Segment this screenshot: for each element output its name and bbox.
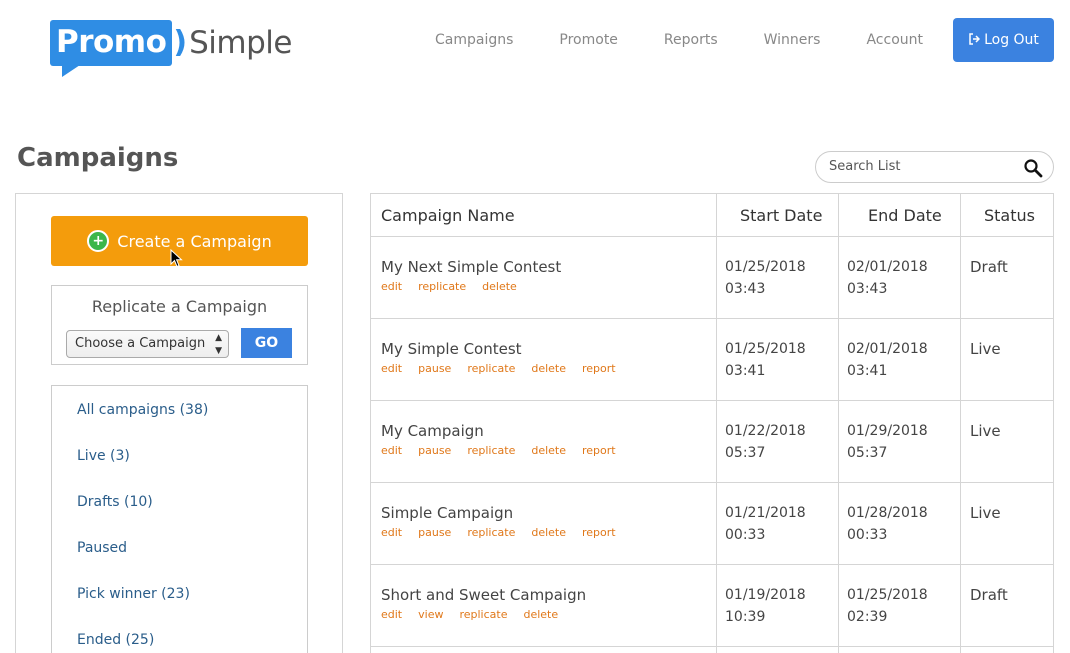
campaign-filter-list: All campaigns (38) Live (3) Drafts (10) … <box>51 385 308 653</box>
column-divider <box>716 194 717 653</box>
nav-campaigns[interactable]: Campaigns <box>435 32 513 48</box>
delete-link[interactable]: delete <box>523 608 558 621</box>
report-link[interactable]: report <box>582 526 616 539</box>
logout-label: Log Out <box>984 32 1039 48</box>
status-value: Draft <box>970 258 1008 276</box>
delete-link[interactable]: delete <box>531 526 566 539</box>
view-link[interactable]: view <box>418 608 443 621</box>
status-value: Live <box>970 340 1001 358</box>
search-box[interactable] <box>815 151 1054 183</box>
pause-link[interactable]: pause <box>418 444 451 457</box>
filter-all-campaigns[interactable]: All campaigns (38) <box>77 402 208 418</box>
end-date: 01/25/2018 02:39 <box>847 587 928 625</box>
delete-link[interactable]: delete <box>531 362 566 375</box>
report-link[interactable]: report <box>582 362 616 375</box>
nav-reports[interactable]: Reports <box>664 32 718 48</box>
replicate-link[interactable]: replicate <box>467 526 515 539</box>
create-campaign-label: Create a Campaign <box>117 231 272 251</box>
header-end-date[interactable]: End Date <box>868 194 942 237</box>
nav-promote[interactable]: Promote <box>559 32 618 48</box>
logo-simple-text: Simple <box>189 25 292 61</box>
edit-link[interactable]: edit <box>381 362 402 375</box>
header-divider <box>371 236 1053 237</box>
logo-promo-text: Promo <box>50 20 173 77</box>
campaign-name[interactable]: My Simple Contest <box>381 340 522 358</box>
end-date: 02/01/2018 03:43 <box>847 259 928 297</box>
top-nav: Campaigns Promote Reports Winners Accoun… <box>435 18 1054 62</box>
start-date: 01/22/2018 05:37 <box>725 423 806 461</box>
header-campaign-name[interactable]: Campaign Name <box>381 194 515 237</box>
status-value: Live <box>970 504 1001 522</box>
header-start-date[interactable]: Start Date <box>740 194 822 237</box>
status-value: Live <box>970 422 1001 440</box>
delete-link[interactable]: delete <box>482 280 517 293</box>
go-button[interactable]: GO <box>241 328 292 358</box>
edit-link[interactable]: edit <box>381 608 402 621</box>
status-value: Draft <box>970 586 1008 604</box>
end-date: 01/29/2018 05:37 <box>847 423 928 461</box>
start-date: 01/25/2018 03:41 <box>725 341 806 379</box>
left-panel: + Create a Campaign Replicate a Campaign… <box>15 193 343 653</box>
plus-icon: + <box>87 230 110 252</box>
replicate-campaign-box: Replicate a Campaign Choose a Campaign ▲… <box>51 285 308 365</box>
replicate-link[interactable]: replicate <box>467 362 515 375</box>
logout-icon <box>968 32 981 48</box>
pause-link[interactable]: pause <box>418 526 451 539</box>
logo-wave-icon: ) <box>173 25 188 60</box>
nav-account[interactable]: Account <box>866 32 923 48</box>
campaign-name[interactable]: My Next Simple Contest <box>381 258 561 276</box>
row-divider <box>371 400 1053 401</box>
choose-campaign-value: Choose a Campaign <box>75 336 206 351</box>
select-arrows-icon: ▲ ▼ <box>215 333 222 356</box>
logout-button[interactable]: Log Out <box>953 18 1054 62</box>
row-actions: edit view replicate delete <box>381 608 574 621</box>
report-link[interactable]: report <box>582 444 616 457</box>
header-status[interactable]: Status <box>984 194 1035 237</box>
campaign-name[interactable]: Simple Campaign <box>381 504 513 522</box>
replicate-link[interactable]: replicate <box>418 280 466 293</box>
row-actions: edit replicate delete <box>381 280 533 293</box>
filter-paused[interactable]: Paused <box>77 540 127 556</box>
filter-ended[interactable]: Ended (25) <box>77 632 154 648</box>
edit-link[interactable]: edit <box>381 444 402 457</box>
search-input[interactable] <box>829 159 1009 174</box>
row-actions: edit pause replicate delete report <box>381 526 632 539</box>
nav-winners[interactable]: Winners <box>764 32 821 48</box>
replicate-link[interactable]: replicate <box>459 608 507 621</box>
row-divider <box>371 564 1053 565</box>
row-divider <box>371 318 1053 319</box>
mouse-cursor-icon <box>170 249 183 268</box>
end-date: 02/01/2018 03:41 <box>847 341 928 379</box>
start-date: 01/21/2018 00:33 <box>725 505 806 543</box>
row-divider <box>371 482 1053 483</box>
campaigns-table: Campaign Name Start Date End Date Status… <box>370 193 1054 653</box>
start-date: 01/19/2018 10:39 <box>725 587 806 625</box>
pause-link[interactable]: pause <box>418 362 451 375</box>
page-title: Campaigns <box>17 143 179 173</box>
row-actions: edit pause replicate delete report <box>381 444 632 457</box>
delete-link[interactable]: delete <box>531 444 566 457</box>
column-divider <box>960 194 961 653</box>
edit-link[interactable]: edit <box>381 526 402 539</box>
replicate-title: Replicate a Campaign <box>91 297 268 316</box>
edit-link[interactable]: edit <box>381 280 402 293</box>
column-divider <box>838 194 839 653</box>
filter-drafts[interactable]: Drafts (10) <box>77 494 153 510</box>
filter-pick-winner[interactable]: Pick winner (23) <box>77 586 190 602</box>
search-icon[interactable] <box>1023 158 1043 178</box>
campaign-name[interactable]: My Campaign <box>381 422 484 440</box>
start-date: 01/25/2018 03:43 <box>725 259 806 297</box>
row-actions: edit pause replicate delete report <box>381 362 632 375</box>
choose-campaign-select[interactable]: Choose a Campaign ▲ ▼ <box>66 330 229 358</box>
campaign-name[interactable]: Short and Sweet Campaign <box>381 586 586 604</box>
promosimple-logo[interactable]: Promo ) Simple <box>50 14 292 77</box>
end-date: 01/28/2018 00:33 <box>847 505 928 543</box>
replicate-link[interactable]: replicate <box>467 444 515 457</box>
row-divider <box>371 646 1053 647</box>
filter-live[interactable]: Live (3) <box>77 448 130 464</box>
